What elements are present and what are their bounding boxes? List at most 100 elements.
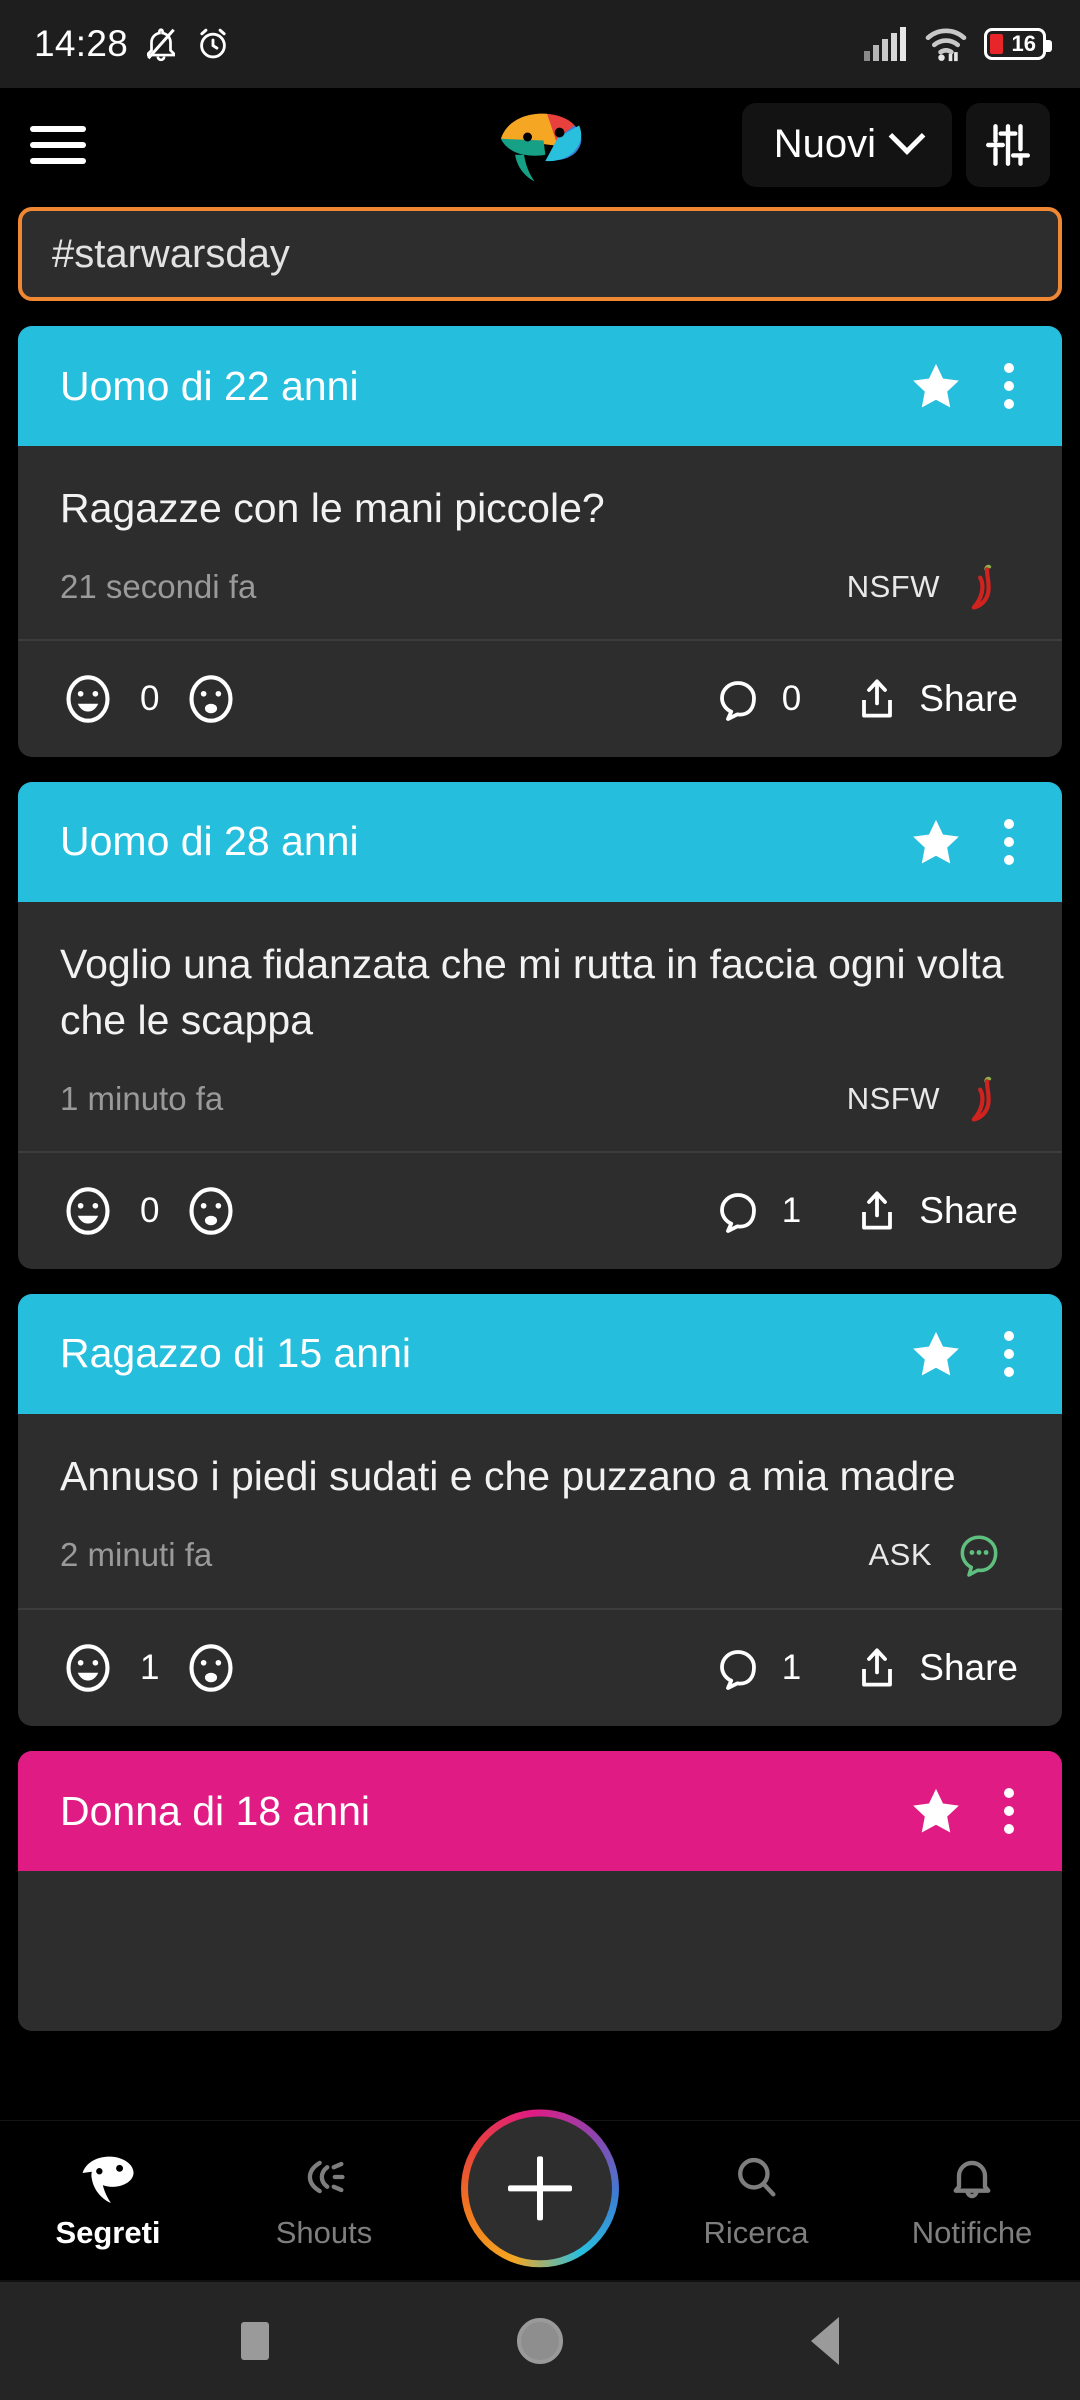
nav-label: Segreti xyxy=(55,2214,161,2250)
post-author: Ragazzo di 15 anni xyxy=(60,1330,412,1377)
share-button[interactable]: Share xyxy=(853,675,1018,723)
post-header: Uomo di 22 anni xyxy=(18,326,1062,446)
share-icon xyxy=(862,1191,893,1230)
chevron-down-icon xyxy=(888,117,926,155)
comment-button[interactable]: 0 xyxy=(716,675,801,723)
nav-item-notifiche[interactable]: Notifiche xyxy=(864,2151,1080,2251)
nav-label: Notifiche xyxy=(911,2214,1033,2250)
comment-button[interactable]: 1 xyxy=(716,1644,801,1692)
bell-muted-icon xyxy=(147,28,176,62)
parrot-icon xyxy=(82,2156,134,2203)
sort-label: Nuovi xyxy=(773,122,876,166)
post-author: Uomo di 22 anni xyxy=(60,362,359,409)
status-bar-left: 14:28 xyxy=(34,23,232,65)
post-text: Ragazze con le mani piccole? xyxy=(60,485,605,531)
reaction-count: 1 xyxy=(140,1648,160,1688)
post-text: Voglio una fidanzata che mi rutta in fac… xyxy=(60,940,1004,1044)
post-body: Annuso i piedi sudati e che puzzano a mi… xyxy=(18,1414,1062,1609)
post-overflow-menu-icon[interactable] xyxy=(992,1325,1026,1383)
smile-react-icon[interactable] xyxy=(62,1642,114,1694)
android-system-nav xyxy=(0,2280,1080,2400)
share-button[interactable]: Share xyxy=(853,1644,1018,1692)
comment-bubble-icon xyxy=(719,680,756,721)
frown-react-icon[interactable] xyxy=(185,1642,237,1694)
frown-react-icon[interactable] xyxy=(185,673,237,725)
post-meta: 1 minuto fa NSFW xyxy=(60,1075,1020,1127)
post-timestamp: 1 minuto fa xyxy=(60,1079,224,1117)
badge-label: NSFW xyxy=(846,568,940,604)
feed-list: #starwarsday Uomo di 22 anni Ragazze con… xyxy=(0,207,1080,2032)
megaphone-icon xyxy=(307,2160,345,2193)
status-bar: 14:28 16 xyxy=(0,0,1080,88)
post-author: Donna di 18 anni xyxy=(60,1787,371,1834)
share-icon xyxy=(862,1648,893,1687)
sort-dropdown[interactable]: Nuovi xyxy=(741,102,952,187)
post-timestamp: 21 secondi fa xyxy=(60,567,257,605)
post-actions-right: 1 Share xyxy=(716,1187,1018,1235)
post-body: Voglio una fidanzata che mi rutta in fac… xyxy=(18,902,1062,1151)
plus-icon xyxy=(508,2156,572,2220)
smile-react-icon[interactable] xyxy=(62,1185,114,1237)
app-header-actions: Nuovi xyxy=(741,102,1050,187)
battery-icon: 16 xyxy=(984,28,1052,60)
post-badge: ASK xyxy=(868,1530,1020,1580)
post-card: Ragazzo di 15 anni Annuso i piedi sudati… xyxy=(18,1293,1062,1727)
circle-home-icon[interactable] xyxy=(517,2318,563,2364)
comment-count: 1 xyxy=(781,1648,802,1688)
frown-react-icon[interactable] xyxy=(185,1185,237,1237)
post-overflow-menu-icon[interactable] xyxy=(992,1782,1026,1840)
share-button[interactable]: Share xyxy=(853,1187,1018,1235)
nav-label: Ricerca xyxy=(703,2214,809,2250)
speech-bubble-dots-icon xyxy=(960,1535,998,1578)
favorite-star-icon[interactable] xyxy=(908,814,964,870)
post-author: Uomo di 28 anni xyxy=(60,818,359,865)
comment-count: 0 xyxy=(781,678,802,718)
badge-label: NSFW xyxy=(846,1080,940,1116)
create-post-fab[interactable] xyxy=(461,2109,619,2267)
post-actions-right: 0 Share xyxy=(716,675,1018,723)
reaction-count: 0 xyxy=(140,678,160,718)
post-timestamp: 2 minuti fa xyxy=(60,1536,213,1574)
nav-label: Shouts xyxy=(275,2214,373,2250)
square-recents-icon[interactable] xyxy=(241,2322,269,2360)
post-overflow-menu-icon[interactable] xyxy=(992,357,1026,415)
post-overflow-menu-icon[interactable] xyxy=(992,813,1026,871)
nav-item-segreti[interactable]: Segreti xyxy=(0,2151,216,2251)
comment-bubble-icon xyxy=(719,1650,756,1691)
alarm-icon xyxy=(200,28,226,59)
share-label: Share xyxy=(919,677,1018,719)
hashtag-text: #starwarsday xyxy=(52,231,290,276)
post-badge: NSFW xyxy=(847,563,1020,611)
comment-count: 1 xyxy=(781,1190,802,1230)
hashtag-card[interactable]: #starwarsday xyxy=(18,207,1062,301)
favorite-star-icon[interactable] xyxy=(908,1326,964,1382)
post-text: Annuso i piedi sudati e che puzzano a mi… xyxy=(60,1452,956,1499)
badge-label: ASK xyxy=(868,1537,932,1573)
post-actions: 0 1 Share xyxy=(18,1150,1062,1269)
chili-pepper-icon xyxy=(971,564,992,610)
post-meta: 21 secondi fa NSFW xyxy=(60,563,1020,615)
app-header: Nuovi xyxy=(0,88,1080,201)
smile-react-icon[interactable] xyxy=(62,673,114,725)
post-body xyxy=(18,1871,1062,2031)
post-meta: 2 minuti fa ASK xyxy=(60,1530,1020,1584)
triangle-back-icon[interactable] xyxy=(811,2317,839,2365)
parrot-logo xyxy=(494,105,586,185)
post-header: Uomo di 28 anni xyxy=(18,781,1062,902)
post-card: Uomo di 28 anni Voglio una fidanzata che… xyxy=(18,781,1062,1269)
favorite-star-icon[interactable] xyxy=(908,358,964,414)
phone-screen: 14:28 16 Nuovi #starwarsday Uomo di 22 a… xyxy=(0,0,1080,2400)
post-reactions: 0 xyxy=(62,1185,237,1237)
comment-button[interactable]: 1 xyxy=(716,1187,801,1235)
filter-button[interactable] xyxy=(966,102,1050,187)
bottom-navigation: Segreti Shouts Ricerca Notifiche xyxy=(0,2115,1080,2280)
hamburger-menu-icon[interactable] xyxy=(30,125,86,164)
nav-item-shouts[interactable]: Shouts xyxy=(216,2151,432,2251)
post-header: Donna di 18 anni xyxy=(18,1751,1062,1872)
bell-icon xyxy=(953,2160,991,2198)
post-badge: NSFW xyxy=(847,1075,1020,1123)
wifi-icon xyxy=(925,28,967,62)
post-body: Ragazze con le mani piccole? 21 secondi … xyxy=(18,446,1062,639)
nav-item-ricerca[interactable]: Ricerca xyxy=(648,2151,864,2251)
favorite-star-icon[interactable] xyxy=(908,1783,964,1839)
